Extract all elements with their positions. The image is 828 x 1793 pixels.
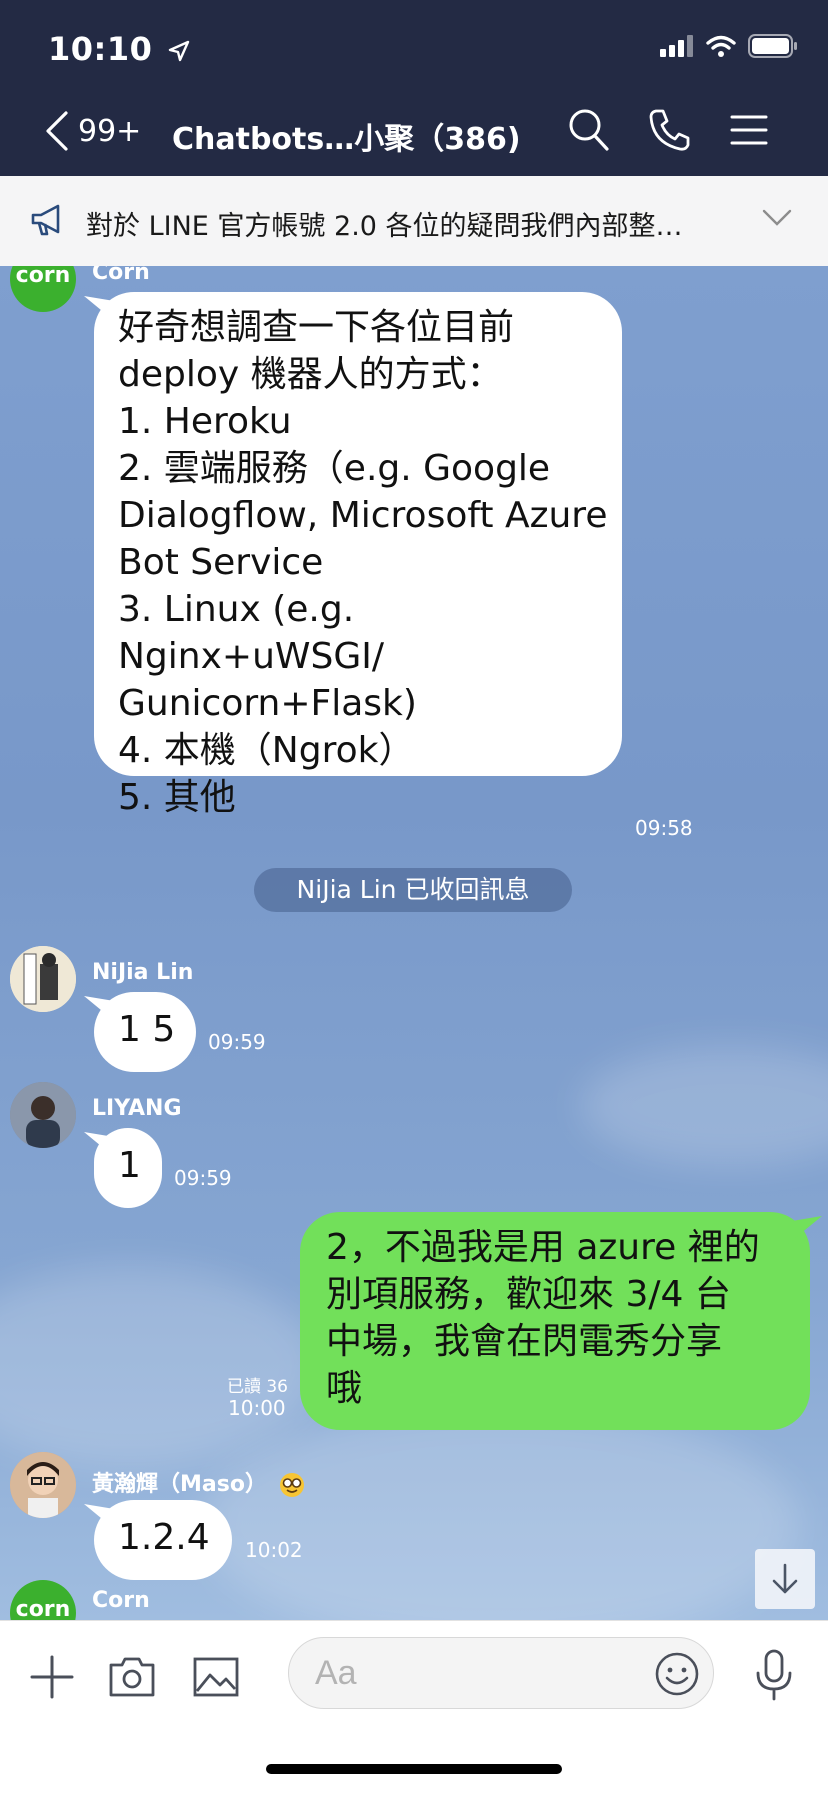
message-line: 別項服務，歡迎來 3/4 台 [326, 1274, 731, 1315]
message-line: 4. 本機（Ngrok） [118, 730, 415, 771]
avatar-label: corn [15, 266, 71, 288]
message-bubble[interactable]: 好奇想調查一下各位目前 deploy 機器人的方式： 1. Heroku 2. … [94, 292, 622, 818]
phone-icon[interactable] [648, 108, 690, 152]
message-input[interactable] [288, 1637, 714, 1709]
announcement-banner[interactable]: 對於 LINE 官方帳號 2.0 各位的疑問我們內部整… [0, 176, 828, 267]
message-bubble[interactable]: 1 [94, 1128, 162, 1208]
image-icon[interactable] [192, 1653, 240, 1701]
my-message-bubble[interactable]: 2，不過我是用 azure 裡的 別項服務，歡迎來 3/4 台 中場，我會在閃電… [300, 1212, 810, 1430]
sender-name: 黃瀚輝（Maso） [92, 1466, 305, 1498]
message-line: Gunicorn+Flask) [118, 683, 417, 724]
location-arrow-icon [168, 40, 190, 62]
message-line: 2，不過我是用 azure 裡的 [326, 1227, 760, 1268]
search-icon[interactable] [568, 108, 610, 152]
unread-count: 99+ [78, 113, 142, 149]
message-line: 中場，我會在閃電秀分享 [326, 1321, 723, 1362]
arrow-down-icon [772, 1563, 798, 1594]
avatar-image [10, 1452, 76, 1518]
avatar[interactable] [10, 1452, 76, 1518]
message-line: 3. Linux (e.g. [118, 589, 355, 630]
wifi-icon [706, 35, 736, 57]
message-line: 2. 雲端服務（e.g. Google [118, 448, 551, 489]
message-bubble[interactable]: 1 5 [94, 992, 196, 1072]
scroll-to-bottom-button[interactable] [755, 1549, 815, 1609]
message-text: 1.2.4 [118, 1517, 210, 1558]
chevron-left-icon [46, 111, 68, 151]
message-time: 09:58 [635, 816, 693, 840]
message-text: 1 5 [118, 1009, 176, 1050]
message-time: 09:59 [208, 1030, 266, 1054]
emoji-icon[interactable] [654, 1651, 700, 1697]
chevron-down-icon[interactable] [762, 208, 792, 228]
chat-area[interactable]: corn Corn 好奇想調查一下各位目前 deploy 機器人的方式： 1. … [0, 266, 828, 1620]
sender-name: NiJia Lin [92, 960, 194, 985]
message-time: 09:59 [174, 1166, 232, 1190]
avatar[interactable]: corn [10, 266, 76, 312]
avatar[interactable]: corn [10, 1580, 76, 1620]
avatar-label: corn [15, 1597, 71, 1620]
camera-icon[interactable] [108, 1653, 156, 1701]
nav-bar: 99+ Chatbots…小聚（386) [0, 96, 828, 168]
menu-icon[interactable] [730, 108, 768, 152]
message-line: Dialogflow, Microsoft Azure [118, 495, 608, 536]
status-bar-time: 10:10 [48, 30, 190, 68]
chat-title[interactable]: Chatbots…小聚（386) [172, 114, 521, 158]
header-bar: 10:10 99+ Chatbots…小聚（386) [0, 0, 828, 176]
cloud-decoration [580, 1046, 828, 1166]
sender-name: Corn [92, 1588, 150, 1613]
home-indicator[interactable] [266, 1764, 562, 1774]
plus-icon[interactable] [28, 1653, 76, 1701]
avatar-image [10, 946, 76, 1012]
cloud-decoration [0, 1266, 320, 1466]
message-line: deploy 機器人的方式： [118, 354, 503, 395]
avatar[interactable] [10, 946, 76, 1012]
sender-name-text: 黃瀚輝（Maso） [92, 1472, 267, 1497]
sender-name: Corn [92, 266, 150, 285]
message-line: Bot Service [118, 542, 324, 583]
announcement-text: 對於 LINE 官方帳號 2.0 各位的疑問我們內部整… [86, 211, 683, 242]
status-icons [660, 34, 798, 58]
message-line: 哦 [326, 1368, 363, 1409]
battery-icon [748, 34, 797, 58]
status-time-text: 10:10 [48, 30, 153, 68]
avatar[interactable] [10, 1082, 76, 1148]
nerd-face-emoji-icon [279, 1473, 304, 1497]
signal-icon [660, 35, 693, 57]
message-time: 10:02 [245, 1538, 303, 1562]
message-time: 10:00 [228, 1396, 286, 1420]
megaphone-icon [31, 204, 60, 236]
message-text: 1 [118, 1145, 141, 1186]
microphone-icon[interactable] [754, 1649, 794, 1703]
message-line: Nginx+uWSGI/ [118, 636, 384, 677]
system-notice: NiJia Lin 已收回訊息 [254, 868, 572, 912]
message-line: 5. 其他 [118, 777, 236, 818]
avatar-image [10, 1082, 76, 1148]
message-line: 好奇想調查一下各位目前 [118, 307, 515, 348]
sender-name: LIYANG [92, 1096, 182, 1121]
cloud-decoration [200, 1406, 800, 1620]
read-receipt: 已讀 36 [226, 1377, 288, 1397]
message-bubble[interactable]: 1.2.4 [94, 1500, 232, 1580]
back-button[interactable]: 99+ [44, 110, 141, 152]
message-line: 1. Heroku [118, 401, 292, 442]
